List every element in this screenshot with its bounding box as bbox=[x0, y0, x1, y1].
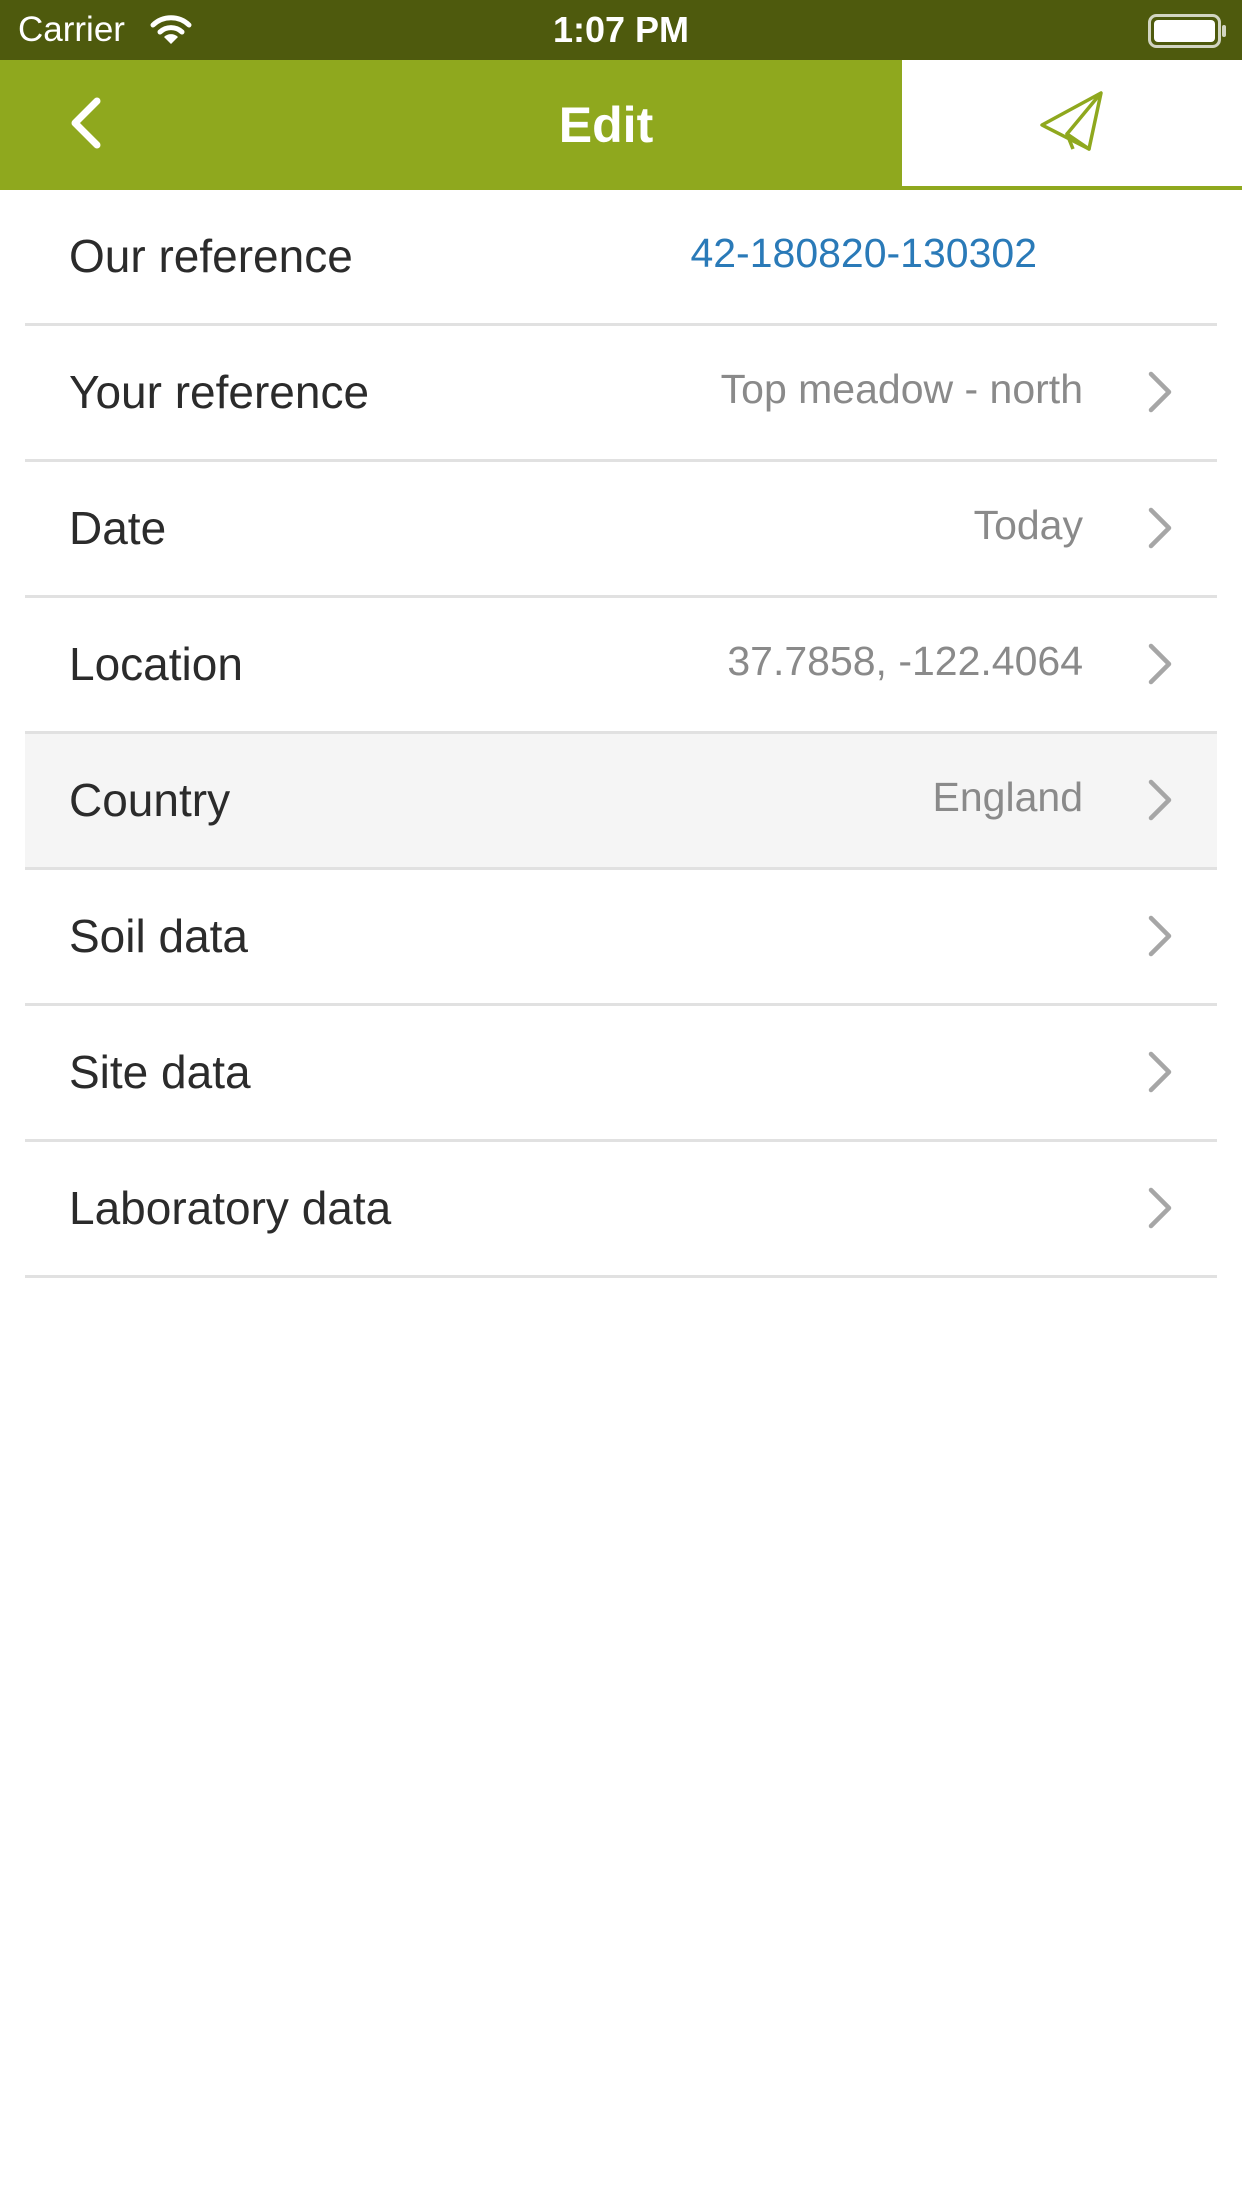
status-bar: Carrier 1:07 PM bbox=[0, 0, 1242, 60]
chevron-right-icon bbox=[1145, 642, 1175, 686]
chevron-right-icon bbox=[1145, 506, 1175, 550]
navigation-bar: Edit bbox=[0, 60, 902, 190]
send-panel bbox=[902, 60, 1242, 190]
row-laboratory-data[interactable]: Laboratory data bbox=[25, 1142, 1217, 1278]
chevron-right-icon bbox=[1145, 370, 1175, 414]
row-value: Today bbox=[973, 502, 1083, 548]
paper-plane-icon bbox=[1039, 89, 1105, 160]
edit-list: Our reference 42-180820-130302 Your refe… bbox=[25, 190, 1217, 1278]
row-country[interactable]: Country England bbox=[25, 734, 1217, 870]
row-label: Soil data bbox=[69, 910, 249, 962]
row-label: Location bbox=[69, 638, 243, 690]
row-site-data[interactable]: Site data bbox=[25, 1006, 1217, 1142]
reference-number: 42-180820-130302 bbox=[690, 230, 1037, 276]
chevron-right-icon bbox=[1145, 778, 1175, 822]
row-date[interactable]: Date Today bbox=[25, 462, 1217, 598]
send-button[interactable] bbox=[1032, 90, 1112, 158]
row-location[interactable]: Location 37.7858, -122.4064 bbox=[25, 598, 1217, 734]
status-time: 1:07 PM bbox=[552, 9, 690, 50]
chevron-right-icon bbox=[1145, 1050, 1175, 1094]
row-label: Country bbox=[69, 774, 231, 826]
chevron-right-icon bbox=[1145, 1186, 1175, 1230]
row-our-reference: Our reference 42-180820-130302 bbox=[25, 190, 1217, 326]
row-label: Laboratory data bbox=[69, 1182, 392, 1234]
row-label: Your reference bbox=[69, 366, 370, 418]
row-label: Site data bbox=[69, 1046, 251, 1098]
row-label: Date bbox=[69, 502, 167, 554]
chevron-right-icon bbox=[1145, 914, 1175, 958]
row-your-reference[interactable]: Your reference Top meadow - north bbox=[25, 326, 1217, 462]
row-value: Top meadow - north bbox=[720, 366, 1083, 412]
row-label: Our reference bbox=[69, 230, 353, 282]
row-value: 37.7858, -122.4064 bbox=[727, 638, 1083, 684]
row-soil-data[interactable]: Soil data bbox=[25, 870, 1217, 1006]
row-value: England bbox=[932, 774, 1083, 820]
battery-icon bbox=[1148, 14, 1228, 48]
